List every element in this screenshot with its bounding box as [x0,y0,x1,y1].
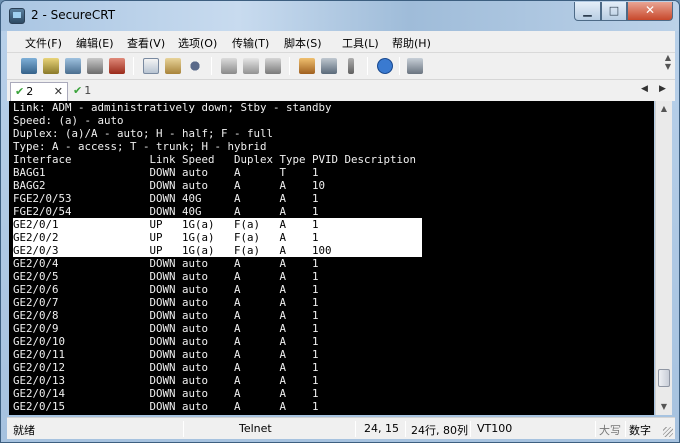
toolbar-separator [367,57,368,75]
status-protocol: Telnet [239,422,272,435]
terminal-line: GE2/0/7 DOWN auto A A 1 [13,296,319,309]
menu-transfer[interactable]: 传输(T) [232,35,269,51]
terminal-line: GE2/0/9 DOWN auto A A 1 [13,322,319,335]
status-divider [595,421,596,437]
session-tab-bar: ✔ 2 ✕ ✔ 1 ◀ ▶ [7,79,675,102]
scroll-down-icon[interactable]: ▼ [656,399,672,415]
print-icon[interactable] [241,56,261,76]
toolbar-separator [133,57,134,75]
tab-scroll-right-icon[interactable]: ▶ [659,84,666,94]
status-num-lock: 数字 [629,424,651,437]
terminal-line: GE2/0/11 DOWN auto A A 1 [13,348,319,361]
toolbar-chevron-icon[interactable]: ▲ ▼ [663,53,673,79]
connected-check-icon: ✔ [15,85,25,98]
toolbar: ▲ ▼ [7,53,675,79]
terminal-line: GE2/0/14 DOWN auto A A 1 [13,387,319,400]
terminal-scrollbar[interactable]: ▲ ▼ [655,101,672,415]
scroll-up-icon[interactable]: ▲ [656,101,672,117]
resize-grip-icon[interactable] [663,427,673,437]
tab-session-2[interactable]: ✔ 2 ✕ [10,82,68,102]
status-divider [405,421,406,437]
terminal-line: GE2/0/13 DOWN auto A A 1 [13,374,319,387]
terminal-line: GE2/0/12 DOWN auto A A 1 [13,361,319,374]
menu-script[interactable]: 脚本(S) [284,35,322,51]
terminal-line: GE2/0/15 DOWN auto A A 1 [13,400,319,413]
terminal-line: GE2/0/5 DOWN auto A A 1 [13,270,319,283]
connect-icon[interactable] [19,56,39,76]
terminal-line: Duplex: (a)/A - auto; H - half; F - full [13,127,274,140]
toolbar-separator [289,57,290,75]
terminal-line: GE2/0/1 UP 1G(a) F(a) A 1 [13,218,422,231]
connect-sftp-icon[interactable] [405,56,425,76]
copy-icon[interactable] [141,56,161,76]
tab-label: 1 [84,84,92,97]
menu-options[interactable]: 选项(O) [178,35,217,51]
securecrt-window: 2 - SecureCRT ▁ □ ✕ 文件(F) 编辑(E) 查看(V) 选项… [0,0,680,443]
menu-file[interactable]: 文件(F) [25,35,62,51]
help-icon[interactable] [375,56,395,76]
status-ready: 就绪 [13,424,35,437]
window-title: 2 - SecureCRT [31,8,116,22]
close-button[interactable]: ✕ [627,2,673,21]
status-divider [470,421,471,437]
menu-help[interactable]: 帮助(H) [392,35,431,51]
scrollbar-thumb[interactable] [658,369,670,387]
status-bar: 就绪 Telnet 24, 15 24行, 80列 VT100 大写 数字 [7,417,675,439]
status-divider [183,421,184,437]
terminal-line: Speed: (a) - auto [13,114,124,127]
keymap-icon[interactable] [341,56,361,76]
print-setup-icon[interactable] [219,56,239,76]
terminal-line: GE2/0/4 DOWN auto A A 1 [13,257,319,270]
terminal-line: Interface Link Speed Duplex Type PVID De… [13,153,417,166]
status-screen-size: 24行, 80列 [411,424,468,437]
tab-label: 2 [26,85,34,98]
minimize-button[interactable]: ▁ [574,2,601,21]
reconnect-icon[interactable] [85,56,105,76]
tab-session-1[interactable]: ✔ 1 [69,82,103,102]
menu-edit[interactable]: 编辑(E) [76,35,114,51]
tab-scroll-left-icon[interactable]: ◀ [641,84,648,94]
terminal-line: Type: A - access; T - trunk; H - hybrid [13,140,267,153]
status-divider [625,421,626,437]
terminal-line: BAGG2 DOWN auto A A 10 [13,179,326,192]
maximize-button[interactable]: □ [601,2,627,21]
terminal-line: FGE2/0/53 DOWN 40G A A 1 [13,192,319,205]
session-options-icon[interactable] [297,56,317,76]
status-divider [355,421,356,437]
print-screen-icon[interactable] [263,56,283,76]
status-emulation: VT100 [477,422,513,435]
toolbar-separator [399,57,400,75]
tab-close-icon[interactable]: ✕ [54,83,63,101]
terminal-line: GE2/0/8 DOWN auto A A 1 [13,309,319,322]
quick-connect-icon[interactable] [41,56,61,76]
connected-check-icon: ✔ [73,84,83,97]
global-options-icon[interactable] [319,56,339,76]
terminal-line: GE2/0/6 DOWN auto A A 1 [13,283,319,296]
menu-view[interactable]: 查看(V) [127,35,165,51]
menu-bar: 文件(F) 编辑(E) 查看(V) 选项(O) 传输(T) 脚本(S) 工具(L… [7,31,675,53]
title-bar[interactable]: 2 - SecureCRT ▁ □ ✕ [1,1,679,31]
status-caps-lock: 大写 [599,424,621,437]
securecrt-app-icon[interactable] [9,8,25,24]
toolbar-separator [211,57,212,75]
find-icon[interactable] [185,56,205,76]
terminal-line: GE2/0/10 DOWN auto A A 1 [13,335,319,348]
terminal-screen[interactable]: Link: ADM - administratively down; Stby … [9,101,654,415]
menu-tools[interactable]: 工具(L) [342,35,379,51]
terminal-line: Link: ADM - administratively down; Stby … [13,101,332,114]
paste-icon[interactable] [163,56,183,76]
terminal-line: GE2/0/3 UP 1G(a) F(a) A 100 [13,244,422,257]
disconnect-icon[interactable] [107,56,127,76]
terminal-line: GE2/0/2 UP 1G(a) F(a) A 1 [13,231,422,244]
connect-in-tab-icon[interactable] [63,56,83,76]
terminal-line: BAGG1 DOWN auto A T 1 [13,166,319,179]
terminal-line: FGE2/0/54 DOWN 40G A A 1 [13,205,319,218]
status-cursor-position: 24, 15 [364,422,399,435]
